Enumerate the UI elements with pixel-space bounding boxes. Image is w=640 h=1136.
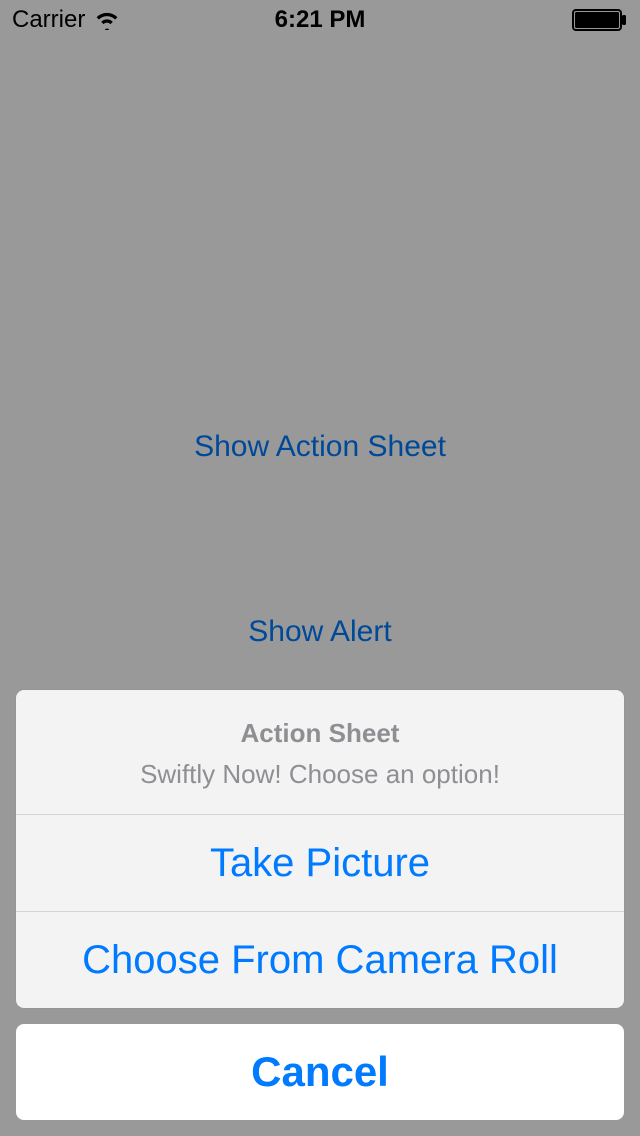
battery-icon	[572, 9, 628, 31]
take-picture-button[interactable]: Take Picture	[16, 814, 624, 911]
choose-from-camera-roll-button[interactable]: Choose From Camera Roll	[16, 911, 624, 1008]
show-action-sheet-button[interactable]: Show Action Sheet	[0, 430, 640, 464]
carrier-label: Carrier	[12, 6, 85, 34]
action-sheet-title: Action Sheet	[36, 718, 604, 749]
action-sheet: Action Sheet Swiftly Now! Choose an opti…	[16, 690, 624, 1120]
action-sheet-message: Swiftly Now! Choose an option!	[36, 759, 604, 790]
wifi-icon	[93, 10, 121, 30]
cancel-button[interactable]: Cancel	[16, 1024, 624, 1120]
status-bar: Carrier 6:21 PM	[0, 0, 640, 40]
action-sheet-main-group: Action Sheet Swiftly Now! Choose an opti…	[16, 690, 624, 1008]
status-time: 6:21 PM	[275, 6, 366, 34]
action-sheet-cancel-group: Cancel	[16, 1024, 624, 1120]
show-alert-button[interactable]: Show Alert	[0, 615, 640, 649]
action-sheet-header: Action Sheet Swiftly Now! Choose an opti…	[16, 690, 624, 814]
